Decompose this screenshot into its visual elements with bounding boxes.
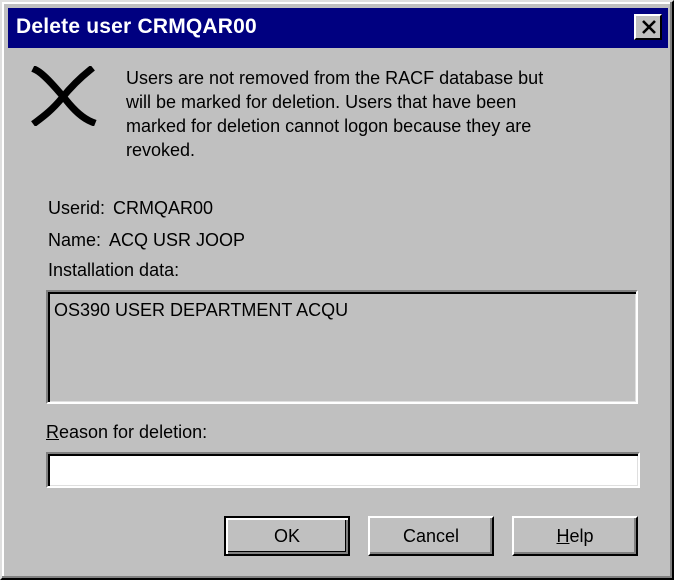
title-bar: Delete user CRMQAR00 xyxy=(8,8,668,48)
reason-label: Reason for deletion: xyxy=(46,422,207,443)
installation-data-box[interactable]: OS390 USER DEPARTMENT ACQU xyxy=(46,290,638,404)
installation-data-label: Installation data: xyxy=(48,260,180,280)
delete-x-icon xyxy=(31,66,97,126)
name-label: Name: xyxy=(48,230,102,250)
name-row: Name: ACQ USR JOOP xyxy=(48,230,245,251)
ok-button[interactable]: OK xyxy=(224,516,350,556)
help-button[interactable]: Help xyxy=(512,516,638,556)
reason-label-text: eason for deletion: xyxy=(59,422,208,442)
warning-message: Users are not removed from the RACF data… xyxy=(126,68,544,160)
cancel-button[interactable]: Cancel xyxy=(368,516,494,556)
name-value: ACQ USR JOOP xyxy=(109,230,246,250)
reason-label-mnemonic: R xyxy=(46,422,59,442)
installation-data-value: OS390 USER DEPARTMENT ACQU xyxy=(54,300,349,320)
delete-user-dialog: Delete user CRMQAR00 Users are not remov… xyxy=(0,0,674,580)
dialog-title: Delete user CRMQAR00 xyxy=(16,15,257,38)
userid-row: Userid: CRMQAR00 xyxy=(48,198,213,219)
close-icon xyxy=(642,20,656,34)
close-button[interactable] xyxy=(634,14,662,40)
userid-label: Userid: xyxy=(48,198,106,218)
help-label: elp xyxy=(569,526,594,546)
reason-input[interactable] xyxy=(46,452,640,488)
userid-value: CRMQAR00 xyxy=(113,198,214,218)
help-mnemonic: H xyxy=(556,526,570,546)
